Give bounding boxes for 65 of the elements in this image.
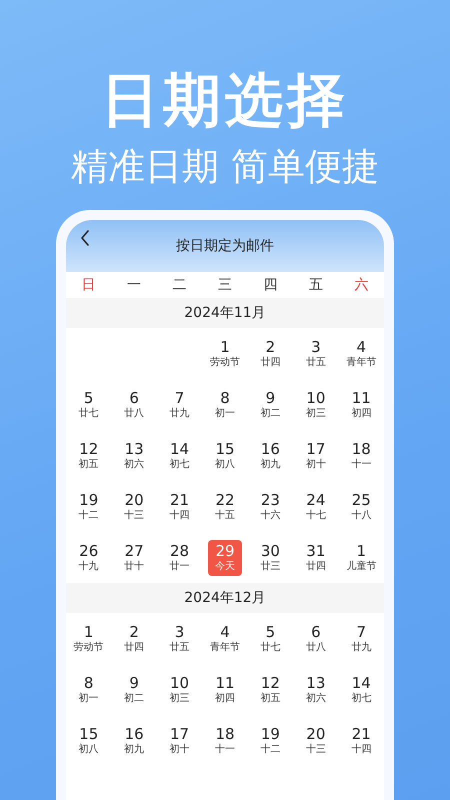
date-cell[interactable]: 19 十二 [72,488,106,524]
date-cell[interactable]: 17 初十 [298,438,333,474]
date-cell[interactable]: 21 十四 [344,722,378,758]
date-cell[interactable]: 16 初九 [117,722,152,758]
weekday-label: 四 [262,276,278,294]
date-cell[interactable]: 1 劳动节 [206,336,243,372]
date-cell[interactable]: 18 十一 [208,722,242,758]
date-cell[interactable]: 13 初六 [298,672,333,708]
back-icon[interactable] [80,230,90,246]
date-cell[interactable]: 23 十六 [253,488,288,524]
weekday-label: 三 [216,276,233,294]
date-cell[interactable]: 2 廿四 [253,336,288,372]
date-cell[interactable]: 4 青年节 [206,620,243,656]
date-cell[interactable]: 30 廿三 [253,540,288,576]
date-cell[interactable]: 1 劳动节 [70,620,107,656]
date-cell[interactable]: 4 青年节 [343,336,380,372]
date-cell[interactable]: 10 初三 [298,386,333,422]
month-header: 2024年11月 [66,298,384,328]
date-cell[interactable]: 11 初四 [344,386,378,422]
weekday-label: 一 [126,276,142,294]
date-cell[interactable]: 8 初一 [208,386,242,422]
date-cell[interactable]: 13 初六 [117,438,152,474]
headline: 日期选择 [100,65,350,136]
weekday-label: 六 [353,276,370,294]
date-cell[interactable]: 5 廿七 [253,620,288,656]
date-cell[interactable]: 18 十一 [344,438,378,474]
date-cell[interactable]: 1 儿童节 [343,540,380,576]
date-cell[interactable]: 10 初三 [162,672,197,708]
date-cell[interactable]: 15 初八 [208,438,242,474]
date-cell[interactable]: 20 十三 [117,488,152,524]
weekday-label: 二 [172,276,188,294]
weekday-label: 五 [308,276,324,294]
date-cell[interactable]: 12 初五 [253,672,288,708]
month-header: 2024年12月 [66,583,384,613]
date-cell[interactable]: 25 十八 [344,488,378,524]
date-cell[interactable]: 26 十九 [72,540,106,576]
date-cell[interactable]: 15 初八 [72,722,106,758]
date-cell[interactable]: 11 初四 [208,672,242,708]
date-cell[interactable]: 7 廿九 [162,386,197,422]
date-cell[interactable]: 16 初九 [253,438,288,474]
date-cell[interactable]: 17 初十 [162,722,197,758]
date-cell[interactable]: 22 十五 [208,488,242,524]
date-cell[interactable]: 28 廿一 [162,540,197,576]
date-cell[interactable]: 2 廿四 [117,620,152,656]
date-cell[interactable]: 9 初二 [253,386,288,422]
date-cell[interactable]: 21 十四 [162,488,197,524]
screen-title: 按日期定为邮件 [176,237,274,255]
date-cell[interactable]: 6 廿八 [298,620,333,656]
weekday-label: 日 [80,276,97,294]
date-cell[interactable]: 14 初七 [344,672,378,708]
date-cell[interactable]: 24 十七 [298,488,333,524]
date-cell[interactable]: 8 初一 [72,672,106,708]
date-cell[interactable]: 3 廿五 [298,336,333,372]
date-cell[interactable]: 19 十二 [253,722,288,758]
subtitle: 精准日期 简单便捷 [70,144,380,190]
date-cell[interactable]: 12 初五 [72,438,106,474]
date-cell[interactable]: 5 廿七 [72,386,106,422]
date-cell[interactable]: 9 初二 [117,672,152,708]
date-cell[interactable]: 6 廿八 [117,386,152,422]
date-cell[interactable]: 27 廿十 [117,540,152,576]
date-cell[interactable]: 31 廿四 [298,540,333,576]
date-cell[interactable]: 20 十三 [298,722,333,758]
date-cell[interactable]: 14 初七 [162,438,197,474]
date-cell[interactable]: 7 廿九 [344,620,378,656]
date-cell[interactable]: 3 廿五 [162,620,197,656]
